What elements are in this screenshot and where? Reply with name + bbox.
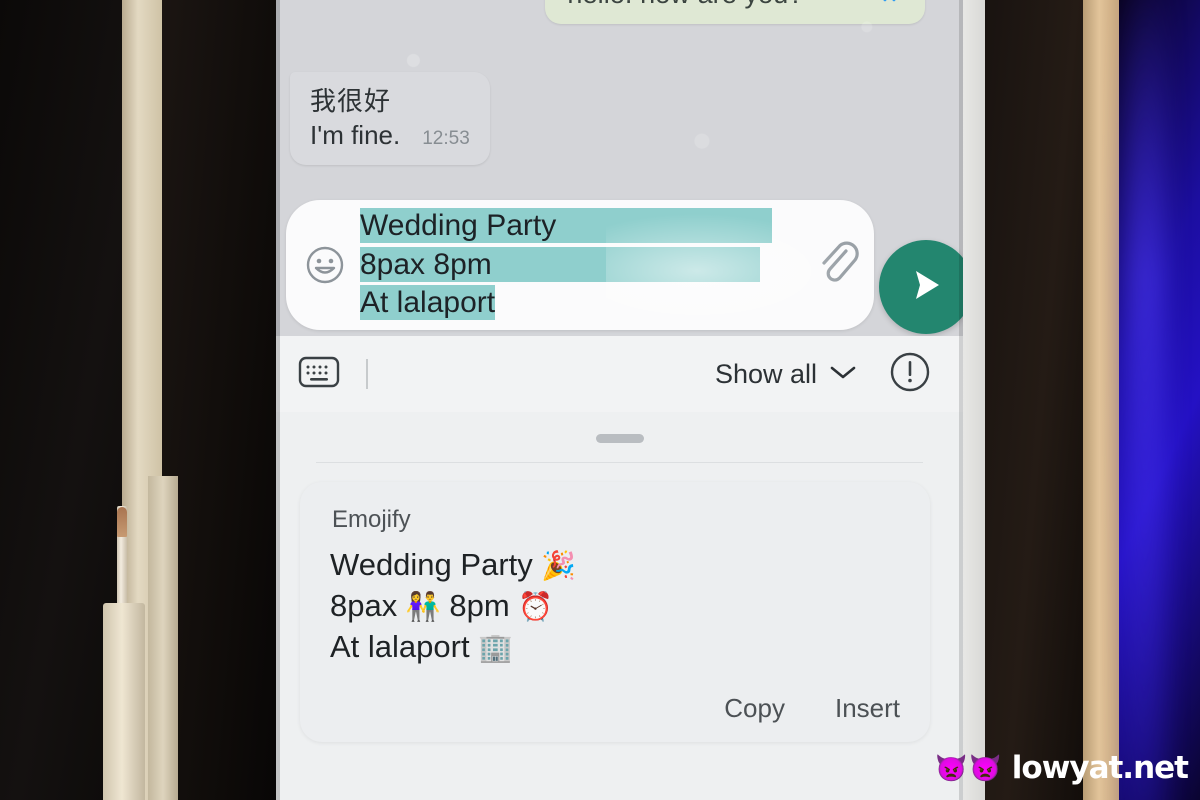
suggestion-card-title: Emojify: [332, 506, 411, 533]
couple-emoji: 👫: [405, 591, 441, 623]
office-building-emoji: 🏢: [478, 632, 514, 664]
draft-line-1: Wedding Party: [360, 208, 773, 244]
stylus-holder-back: [148, 476, 178, 800]
suggestion-card-actions: Copy Insert: [724, 693, 900, 724]
send-button[interactable]: [879, 240, 963, 334]
composer-draft-text[interactable]: Wedding Party 8pax 8pm At lalaport: [356, 201, 802, 328]
devil-face-icon-left: 👿: [935, 753, 968, 783]
toolbar-divider: [366, 359, 368, 389]
phone-screen: hello. how are you? 12:53 我很好 I'm fine. …: [276, 0, 963, 800]
alarm-clock-emoji: ⏰: [518, 591, 554, 623]
drag-handle[interactable]: [595, 434, 644, 443]
background-dark-panel-mid: [162, 0, 276, 800]
message-row-translation: I'm fine. 12:53: [310, 119, 470, 153]
message-timestamp: 12:53: [821, 0, 869, 6]
draft-line-2: 8pax 8pm: [360, 246, 760, 282]
chat-thread: hello. how are you? 12:53 我很好 I'm fine. …: [276, 0, 963, 336]
insert-button[interactable]: Insert: [835, 693, 900, 724]
suggestion-line-3: At lalaport 🏢: [330, 629, 514, 665]
exclamation-circle-icon[interactable]: [887, 349, 933, 400]
stylus-tip: [117, 507, 127, 537]
suggestion-sheet: Emojify Wedding Party 🎉 8pax 👫 8pm ⏰ At …: [276, 412, 963, 800]
screen-edge-right: [959, 0, 963, 800]
message-bubble-incoming[interactable]: 我很好 I'm fine. 12:53: [290, 72, 490, 165]
double-check-read-icon: [877, 0, 907, 8]
sheet-divider: [316, 462, 923, 463]
suggestion-card-body: Wedding Party 🎉 8pax 👫 8pm ⏰ At lalaport…: [330, 544, 906, 668]
background-white-sliver-right: [963, 0, 985, 800]
send-paper-plane-icon: [903, 262, 949, 313]
copy-button[interactable]: Copy: [724, 693, 785, 724]
message-text-english: I'm fine.: [310, 120, 401, 151]
message-meta: 12:53: [821, 0, 907, 12]
writing-tools-toolbar: Show all: [276, 336, 963, 412]
devil-face-icon-right: 👿: [969, 753, 1002, 783]
keyboard-icon[interactable]: [298, 355, 340, 394]
background-blue-glow: [1125, 0, 1165, 800]
background-tan-stripe-right: [1083, 0, 1119, 800]
party-popper-emoji: 🎉: [541, 550, 577, 581]
paperclip-icon[interactable]: [802, 239, 874, 291]
chevron-down-icon: [829, 363, 857, 386]
show-all-label: Show all: [714, 358, 817, 389]
message-composer[interactable]: Wedding Party 8pax 8pm At lalaport: [286, 200, 874, 330]
screen-edge-left: [276, 0, 280, 800]
photo-scene: hello. how are you? 12:53 我很好 I'm fine. …: [0, 0, 1200, 800]
suggestion-card[interactable]: Emojify Wedding Party 🎉 8pax 👫 8pm ⏰ At …: [300, 482, 930, 742]
suggestion-line-2: 8pax 👫 8pm ⏰: [330, 588, 554, 624]
message-text: hello. how are you?: [567, 0, 803, 12]
emoji-smiley-icon[interactable]: [294, 243, 356, 287]
message-timestamp: 12:53: [422, 127, 470, 149]
message-text-chinese: 我很好: [310, 86, 392, 116]
stylus-holder-front: [103, 603, 145, 800]
message-bubble-outgoing[interactable]: hello. how are you? 12:53: [545, 0, 925, 24]
draft-line-3: At lalaport: [360, 285, 496, 321]
watermark: 👿 👿 lowyat.net: [935, 750, 1189, 786]
watermark-text: lowyat.net: [1011, 750, 1189, 786]
show-all-button[interactable]: Show all: [715, 359, 857, 390]
watermark-logo: 👿 👿: [935, 755, 1002, 781]
background-dark-panel-right: [985, 0, 1083, 800]
suggestion-line-1: Wedding Party 🎉: [330, 547, 577, 582]
